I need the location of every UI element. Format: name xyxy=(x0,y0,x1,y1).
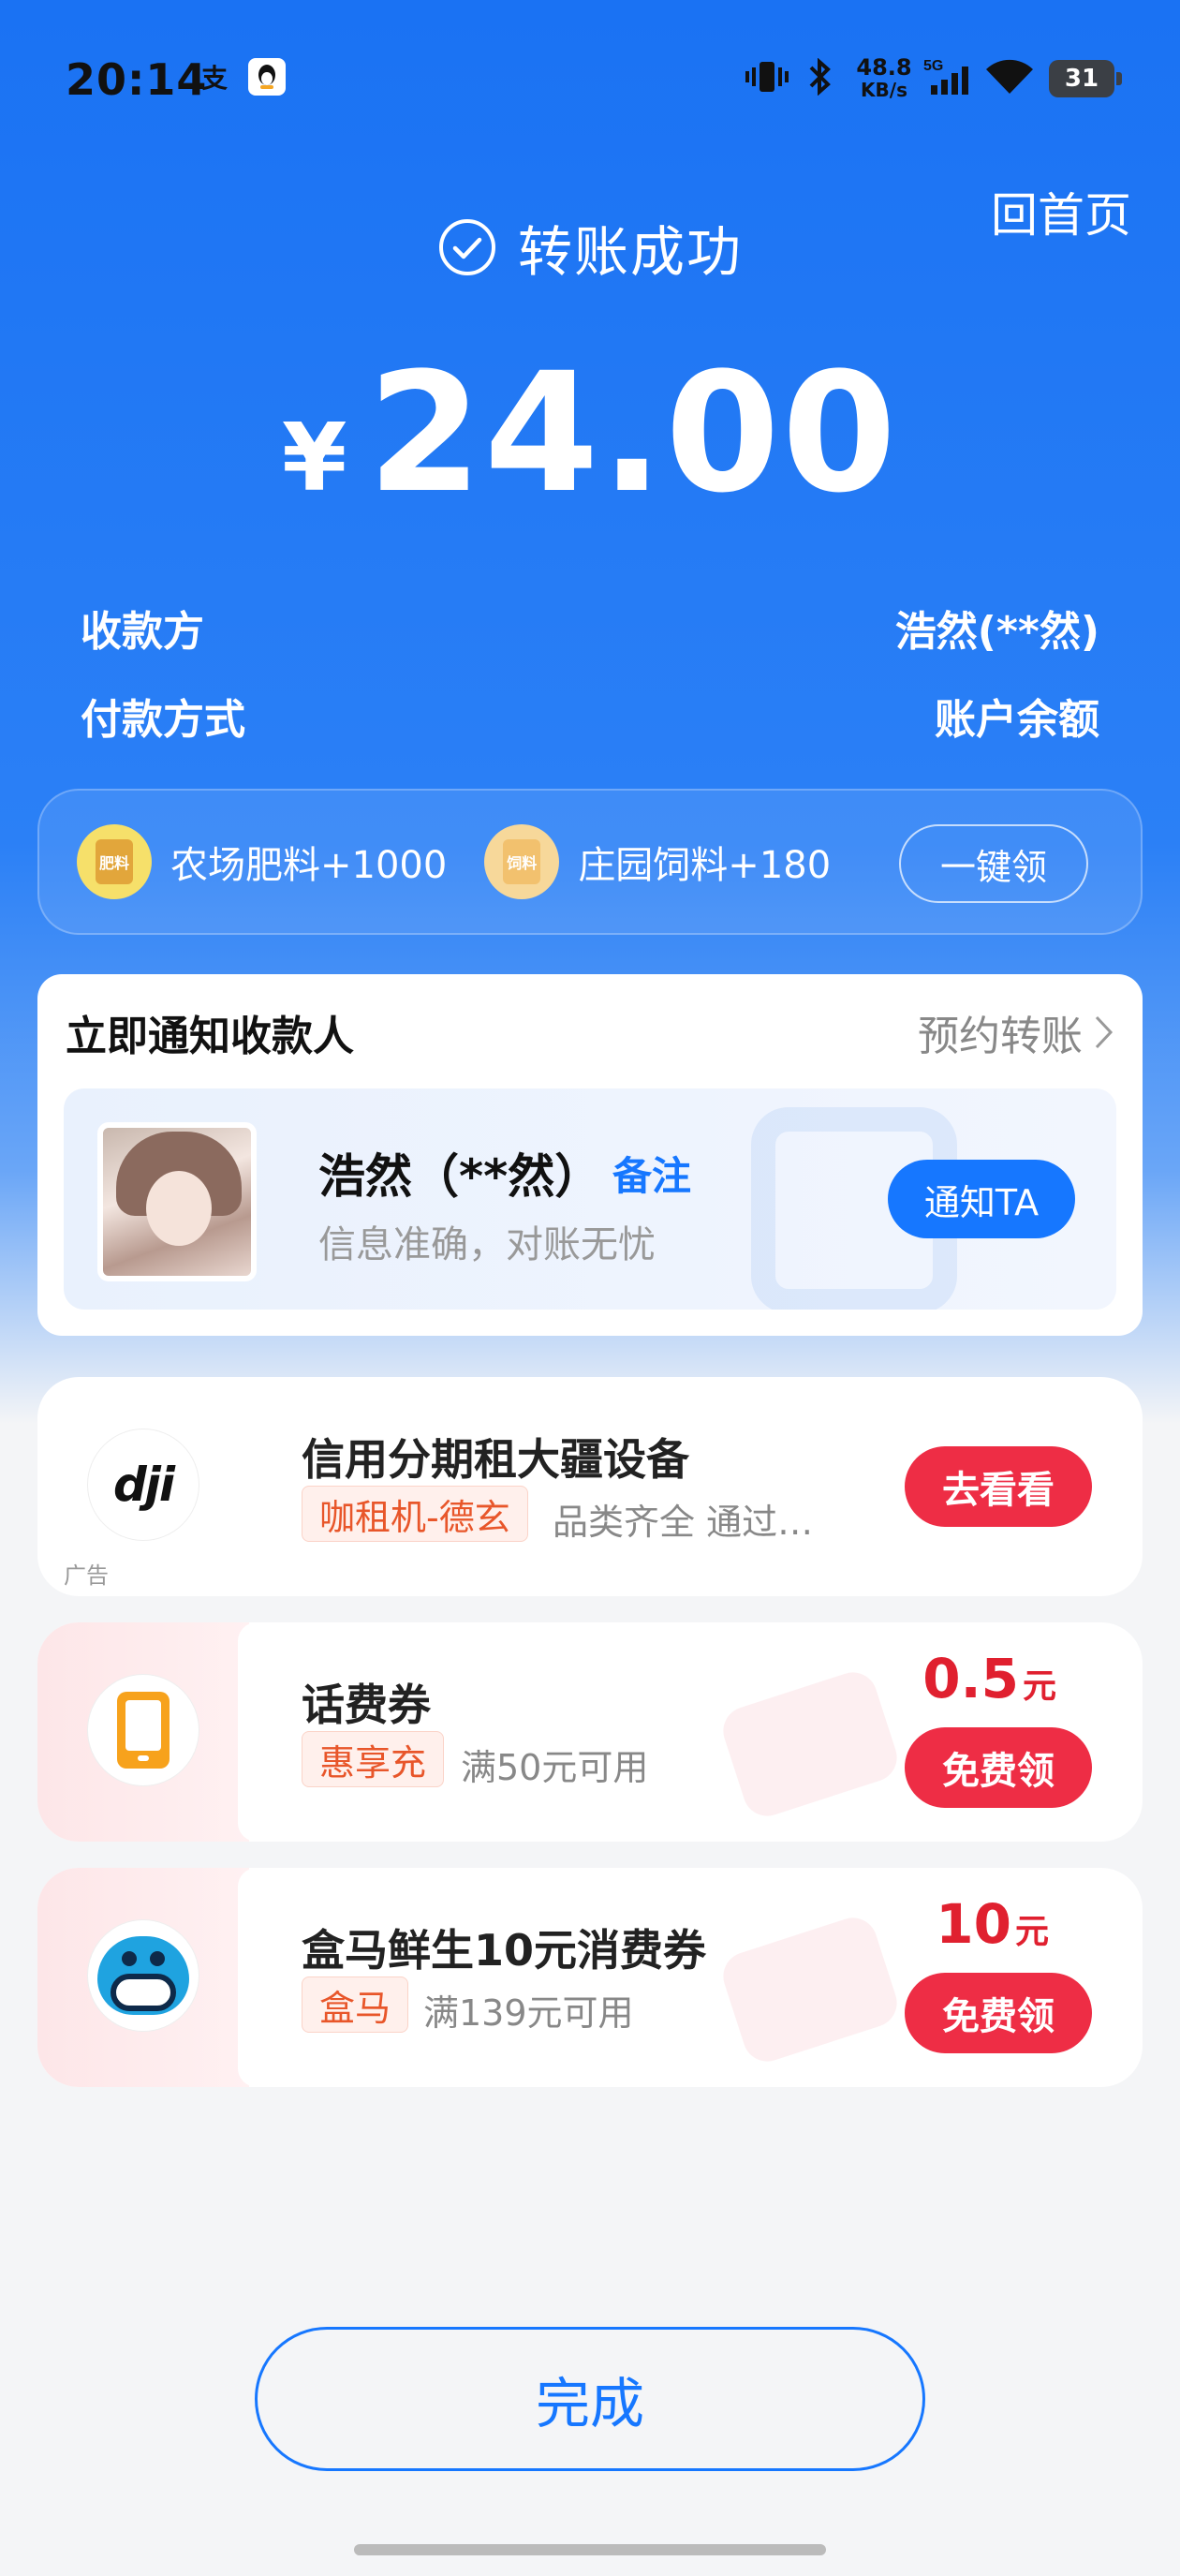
network-speed-value: 48.8 xyxy=(856,54,912,81)
claim-coupon-button[interactable]: 免费领 xyxy=(905,1727,1092,1808)
coupon-value-unit: 元 xyxy=(1022,1667,1056,1706)
scheduled-transfer-link[interactable]: 预约转账 xyxy=(918,1002,1114,1062)
chevron-right-icon xyxy=(1095,1015,1114,1049)
scheduled-transfer-label: 预约转账 xyxy=(918,1013,1083,1060)
home-indicator[interactable] xyxy=(354,2544,826,2555)
ad-card[interactable]: dji 广告 信用分期租大疆设备 咖租机-德玄 品类齐全 通过… 去看看 xyxy=(37,1377,1143,1596)
coupon-condition: 满139元可用 xyxy=(423,1992,634,2034)
ad-view-button[interactable]: 去看看 xyxy=(905,1446,1092,1527)
payee-row: 收款方 浩然(**然) xyxy=(81,598,1099,658)
chicken-feed-icon: 饲料 xyxy=(484,824,560,899)
payment-method-row: 付款方式 账户余额 xyxy=(81,686,1099,746)
reward-item-feed: 饲料 庄园饲料+180 xyxy=(484,824,831,899)
vibrate-icon xyxy=(742,58,792,96)
currency-symbol: ¥ xyxy=(281,403,347,512)
network-speed: 48.8 KB/s xyxy=(856,56,912,101)
payee-label: 收款方 xyxy=(81,608,204,656)
coupon-value: 0.5 元 xyxy=(922,1647,1056,1710)
claim-coupon-button[interactable]: 免费领 xyxy=(905,1973,1092,2053)
check-circle-icon xyxy=(438,219,495,275)
remark-link[interactable]: 备注 xyxy=(612,1145,691,1202)
payee-subtitle: 信息准确，对账无忧 xyxy=(318,1223,656,1266)
notify-ta-button[interactable]: 通知TA xyxy=(888,1160,1075,1238)
ad-description: 品类齐全 通过… xyxy=(553,1502,814,1543)
payee-value: 浩然(**然) xyxy=(894,608,1099,656)
bluetooth-icon xyxy=(802,58,839,96)
chicken-feed-label: 饲料 xyxy=(503,839,541,884)
coupon-card-hema[interactable]: 盒马鲜生10元消费券 盒马 满139元可用 10 元 免费领 xyxy=(37,1868,1143,2087)
signal-5g-label: 5G xyxy=(923,58,943,74)
payee-info-box: 浩然（**然） 备注 信息准确，对账无忧 通知TA xyxy=(64,1088,1116,1310)
ticket-watermark-icon xyxy=(716,1666,904,1823)
reward-item-fertilizer: 肥料 农场肥料+1000 xyxy=(77,824,447,899)
coupon-title: 话费券 xyxy=(302,1680,431,1730)
amount-value: 24.00 xyxy=(367,337,899,529)
payee-name: 浩然（**然） xyxy=(318,1149,602,1204)
alipay-notification-icon: 支 xyxy=(200,63,228,94)
notify-title: 立即通知收款人 xyxy=(66,1013,354,1060)
coupon-title: 盒马鲜生10元消费券 xyxy=(302,1925,707,1976)
ticket-watermark-icon xyxy=(716,1911,904,2068)
network-speed-unit: KB/s xyxy=(861,79,907,101)
battery-indicator: 31 xyxy=(1049,60,1122,97)
payment-method-label: 付款方式 xyxy=(81,696,245,744)
transfer-success-header: 转账成功 xyxy=(0,208,1180,287)
reward-label: 庄园饲料+180 xyxy=(578,844,832,887)
ad-tag: 广告 xyxy=(64,1562,109,1589)
status-bar: 20:14 支 48.8 KB/s 5G 31 xyxy=(0,0,1180,159)
notify-payee-card: 立即通知收款人 预约转账 浩然（**然） 备注 信息准确，对账无忧 通知TA xyxy=(37,974,1143,1336)
coupon-value: 10 元 xyxy=(936,1892,1049,1956)
success-text: 转账成功 xyxy=(517,220,743,284)
hippo-icon xyxy=(88,1920,199,2031)
ad-title: 信用分期租大疆设备 xyxy=(302,1434,689,1485)
status-time: 20:14 xyxy=(66,54,208,105)
payment-method-value: 账户余额 xyxy=(935,696,1099,744)
payee-avatar xyxy=(97,1122,257,1281)
coupon-tag: 惠享充 xyxy=(302,1731,445,1787)
coupon-value-number: 10 xyxy=(936,1892,1011,1956)
reward-label: 农场肥料+1000 xyxy=(170,844,448,887)
claim-all-button[interactable]: 一键领 xyxy=(899,824,1088,903)
coupon-condition: 满50元可用 xyxy=(461,1747,649,1788)
done-button[interactable]: 完成 xyxy=(255,2327,925,2471)
coupon-card-phone-bill[interactable]: 话费券 惠享充 满50元可用 0.5 元 免费领 xyxy=(37,1622,1143,1842)
signal-5g-icon: 5G xyxy=(922,58,975,96)
coupon-value-number: 0.5 xyxy=(922,1647,1019,1710)
qq-notification-icon xyxy=(248,58,286,96)
fertilizer-bag-label: 肥料 xyxy=(96,839,133,884)
coupon-tag: 盒马 xyxy=(302,1976,409,2033)
dji-logo: dji xyxy=(88,1429,199,1540)
phone-icon xyxy=(88,1675,199,1785)
ad-merchant-tag: 咖租机-德玄 xyxy=(302,1486,528,1542)
wifi-icon xyxy=(983,58,1036,96)
reward-bar: 肥料 农场肥料+1000 饲料 庄园饲料+180 一键领 xyxy=(37,789,1143,935)
coupon-value-unit: 元 xyxy=(1014,1913,1049,1951)
dji-logo-text: dji xyxy=(112,1458,175,1512)
transfer-amount: ¥ 24.00 xyxy=(0,337,1180,529)
fertilizer-bag-icon: 肥料 xyxy=(77,824,152,899)
